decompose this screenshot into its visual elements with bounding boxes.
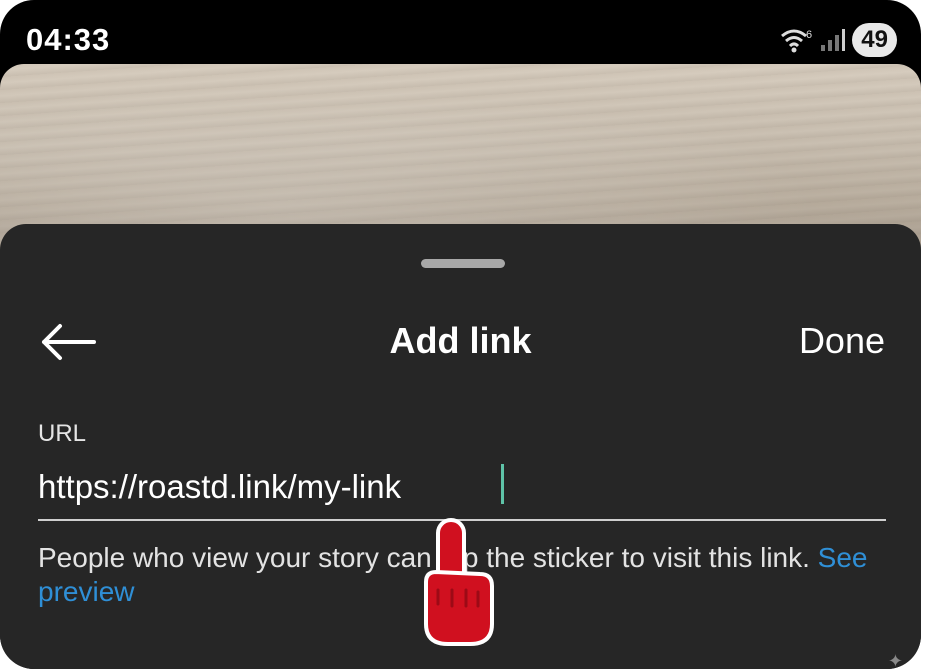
phone-screen: 04:33 6 49 Add link Done URL https://roa…	[0, 0, 921, 669]
sheet-title: Add link	[389, 320, 532, 361]
sparkle-icon: ✦	[887, 651, 903, 669]
sheet-drag-handle[interactable]	[421, 259, 505, 268]
wifi-icon: 6	[781, 29, 812, 53]
url-label: URL	[38, 420, 87, 447]
signal-icon	[821, 29, 846, 51]
status-time: 04:33	[26, 22, 111, 57]
done-button[interactable]: Done	[799, 320, 885, 362]
network-type-label: 6	[806, 29, 812, 41]
url-input[interactable]	[38, 460, 884, 514]
text-cursor	[501, 464, 504, 504]
battery-icon: 49	[852, 23, 897, 57]
status-icons: 6 49	[780, 22, 897, 58]
pointing-hand-icon	[424, 518, 494, 646]
status-bar: 04:33 6 49	[0, 0, 921, 64]
